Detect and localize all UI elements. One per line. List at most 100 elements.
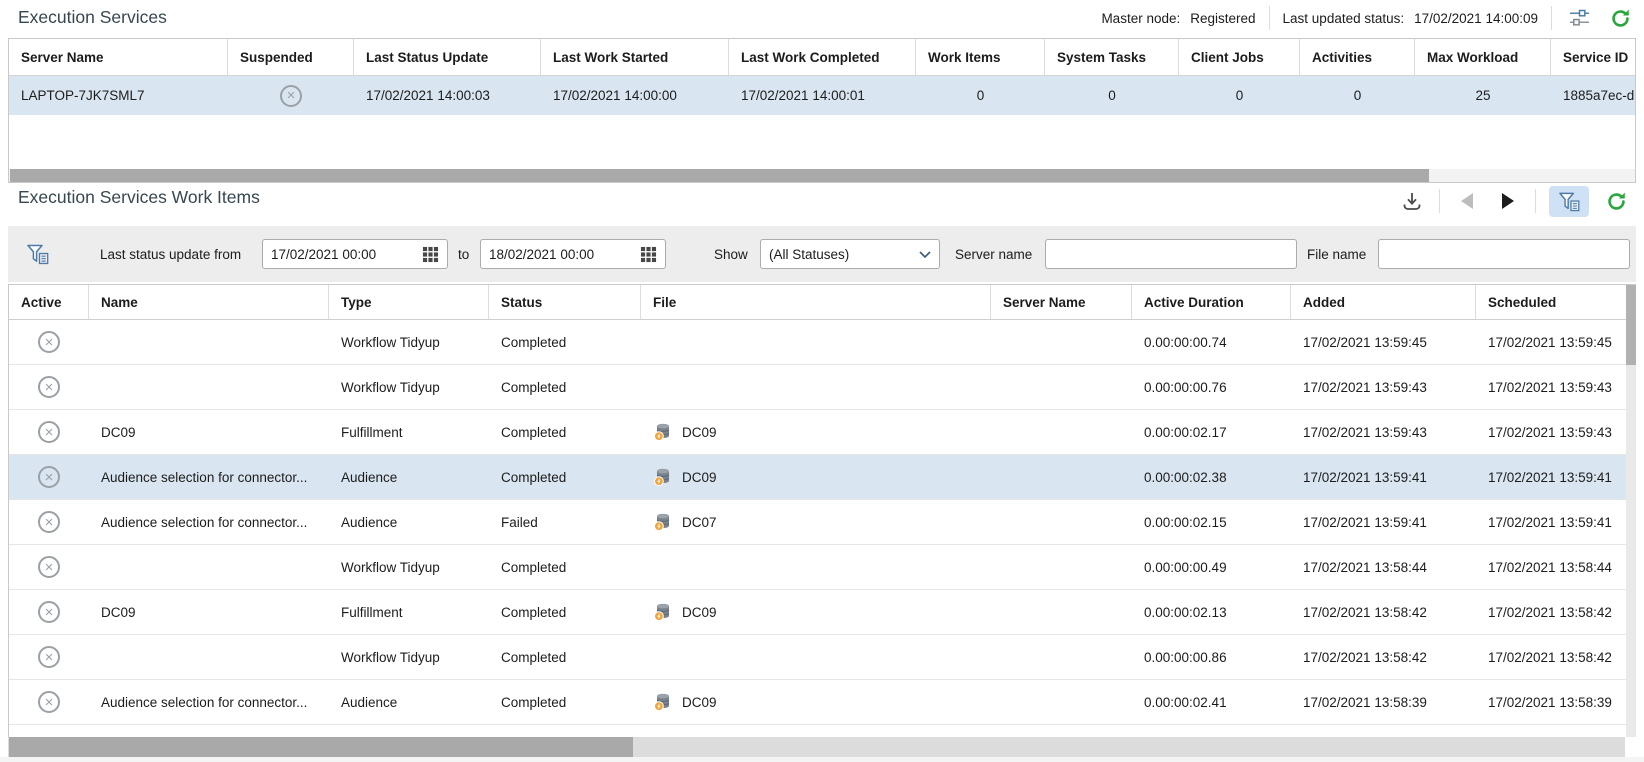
status-cell: Completed [489,425,641,440]
circled-x-icon: × [38,601,60,623]
status-dropdown[interactable]: (All Statuses) [760,239,940,269]
circled-x-icon: × [38,646,60,668]
refresh-icon[interactable] [1606,4,1634,32]
added-cell: 17/02/2021 13:58:42 [1291,650,1476,665]
column-header-max-workload[interactable]: Max Workload [1415,39,1551,75]
database-file-icon [653,512,673,532]
table-row[interactable]: × Audience selection for connector... Au… [9,500,1635,545]
scrollbar-thumb[interactable] [1626,285,1636,365]
table-row[interactable]: × Workflow Tidyup Completed 0.00:00:00.7… [9,320,1635,365]
column-header-status[interactable]: Status [489,285,641,319]
column-header-system-tasks[interactable]: System Tasks [1045,39,1179,75]
status-cell: Completed [489,650,641,665]
added-cell: 17/02/2021 13:59:41 [1291,470,1476,485]
active-duration-cell: 0.00:00:02.15 [1132,515,1291,530]
added-cell: 17/02/2021 13:58:39 [1291,695,1476,710]
active-cell: × [9,331,89,353]
column-header-type[interactable]: Type [329,285,489,319]
column-header-server-name[interactable]: Server Name [9,39,228,75]
client-jobs-cell: 0 [1179,76,1300,115]
divider [1269,6,1270,30]
table-row[interactable]: × DC09 Fulfillment Completed DC09 0.00:0… [9,410,1635,455]
file-name: DC09 [682,605,717,620]
type-cell: Workflow Tidyup [329,380,489,395]
column-header-active-duration[interactable]: Active Duration [1132,285,1291,319]
file-cell: DC09 [641,422,991,442]
status-cell: Completed [489,335,641,350]
scrollbar-thumb[interactable] [10,169,1429,182]
column-header-service-id[interactable]: Service ID [1551,39,1635,75]
column-header-last-work-started[interactable]: Last Work Started [541,39,729,75]
name-cell: DC09 [89,605,329,620]
download-icon[interactable] [1398,187,1426,215]
scheduled-cell: 17/02/2021 13:59:45 [1476,335,1635,350]
table-header-row: Active Name Type Status File Server Name… [9,285,1635,320]
scheduled-cell: 17/02/2021 13:58:42 [1476,605,1635,620]
column-header-activities[interactable]: Activities [1300,39,1415,75]
added-cell: 17/02/2021 13:59:43 [1291,425,1476,440]
vertical-scrollbar[interactable] [1626,285,1636,762]
work-items-toolbar [1398,183,1630,219]
table-row[interactable]: × DC09 Fulfillment Completed DC09 0.00:0… [9,590,1635,635]
top-status-bar: Master node: Registered Last updated sta… [1101,0,1634,36]
column-header-suspended[interactable]: Suspended [228,39,354,75]
scheduled-cell: 17/02/2021 13:59:41 [1476,470,1635,485]
column-header-added[interactable]: Added [1291,285,1476,319]
scheduled-cell: 17/02/2021 13:58:42 [1476,650,1635,665]
column-header-last-work-completed[interactable]: Last Work Completed [729,39,916,75]
added-cell: 17/02/2021 13:59:45 [1291,335,1476,350]
column-header-scheduled[interactable]: Scheduled [1476,285,1635,319]
database-file-icon [653,467,673,487]
work-items-cell: 0 [916,76,1045,115]
filter-toggle-button[interactable] [1549,186,1589,217]
table-row[interactable]: × Audience selection for connector... Au… [9,680,1635,725]
active-cell: × [9,376,89,398]
to-date-value: 18/02/2021 00:00 [489,247,634,262]
active-cell: × [9,421,89,443]
file-cell: DC07 [641,512,991,532]
column-header-server-name[interactable]: Server Name [991,285,1132,319]
table-row[interactable]: LAPTOP-7JK7SML7 × 17/02/2021 14:00:03 17… [9,76,1635,115]
table-row[interactable]: × Workflow Tidyup Completed 0.00:00:00.8… [9,635,1635,680]
active-cell: × [9,601,89,623]
table-row[interactable]: × Workflow Tidyup Completed 0.00:00:00.4… [9,545,1635,590]
scheduled-cell: 17/02/2021 13:58:39 [1476,695,1635,710]
name-cell: Audience selection for connector... [89,515,329,530]
database-file-icon [653,602,673,622]
circled-x-icon: × [38,466,60,488]
settings-sliders-icon[interactable] [1565,4,1593,32]
next-page-icon[interactable] [1494,187,1522,215]
file-name-input[interactable] [1378,239,1630,269]
column-header-name[interactable]: Name [89,285,329,319]
chevron-down-icon [919,251,931,258]
column-header-last-status-update[interactable]: Last Status Update [354,39,541,75]
scheduled-cell: 17/02/2021 13:59:41 [1476,515,1635,530]
work-items-title: Execution Services Work Items [18,187,260,208]
refresh-icon[interactable] [1602,187,1630,215]
table-row[interactable]: × Workflow Tidyup Completed 0.00:00:00.7… [9,365,1635,410]
status-cell: Completed [489,695,641,710]
last-status-update-cell: 17/02/2021 14:00:03 [354,76,541,115]
circled-x-icon: × [38,331,60,353]
horizontal-scrollbar[interactable] [9,169,1635,182]
calendar-icon[interactable] [422,246,439,263]
type-cell: Audience [329,515,489,530]
previous-page-icon[interactable] [1453,187,1481,215]
scrollbar-thumb[interactable] [9,737,633,757]
column-header-file[interactable]: File [641,285,991,319]
suspended-cell: × [228,76,354,115]
active-cell: × [9,646,89,668]
to-date-input[interactable]: 18/02/2021 00:00 [480,239,666,269]
from-date-input[interactable]: 17/02/2021 00:00 [262,239,448,269]
calendar-icon[interactable] [640,246,657,263]
active-cell: × [9,556,89,578]
execution-services-app: Execution Services Master node: Register… [0,0,1644,762]
server-name-input[interactable] [1045,239,1297,269]
horizontal-scrollbar[interactable] [8,737,1636,757]
scheduled-cell: 17/02/2021 13:59:43 [1476,425,1635,440]
column-header-work-items[interactable]: Work Items [916,39,1045,75]
last-work-started-cell: 17/02/2021 14:00:00 [541,76,729,115]
table-row-selected[interactable]: × Audience selection for connector... Au… [9,455,1635,500]
column-header-client-jobs[interactable]: Client Jobs [1179,39,1300,75]
column-header-active[interactable]: Active [9,285,89,319]
